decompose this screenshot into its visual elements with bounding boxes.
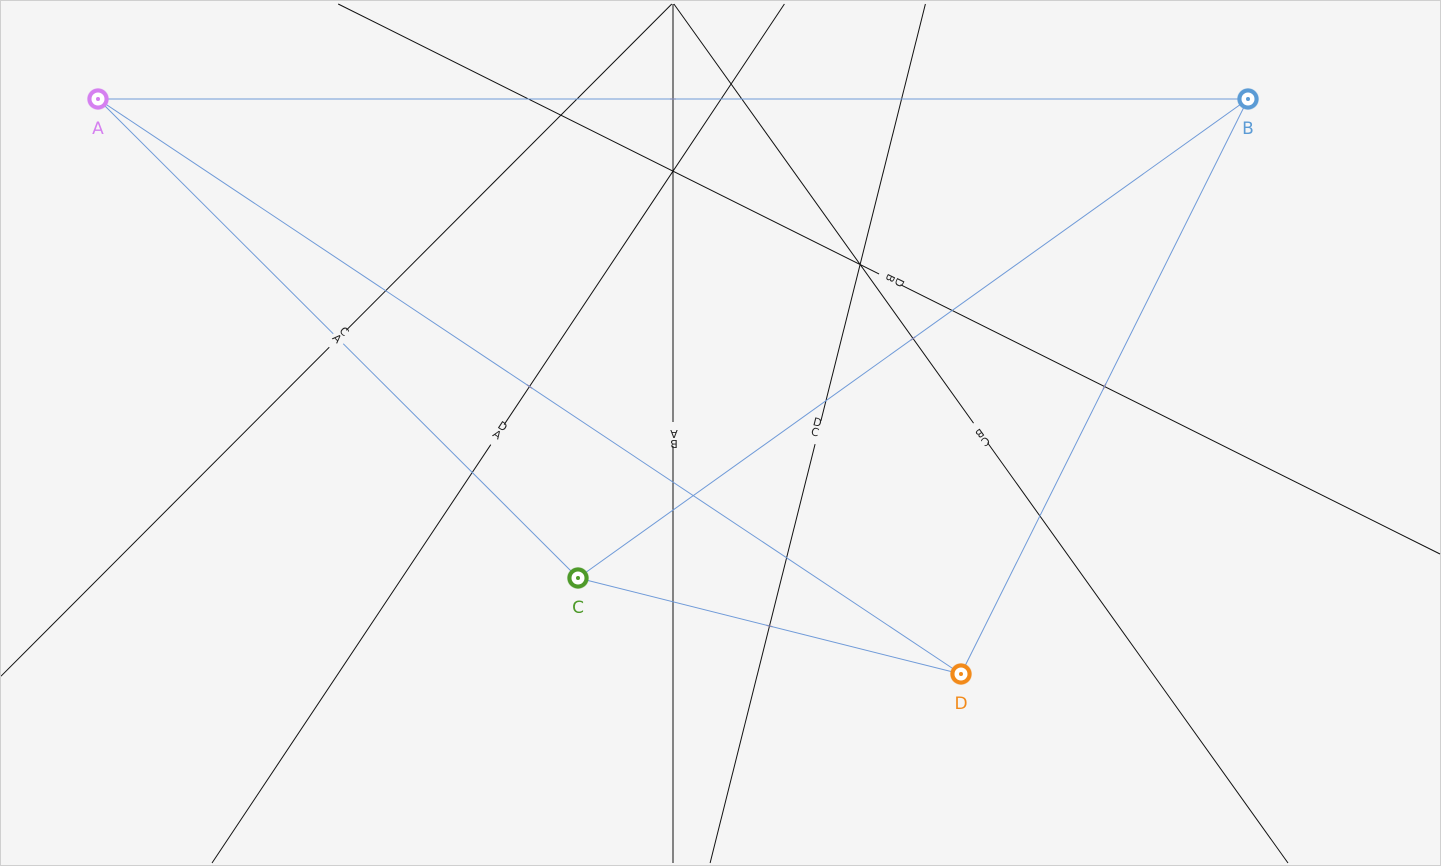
bisector-label-b: B xyxy=(670,437,678,450)
point-center-dot xyxy=(576,576,580,580)
bisector-label-bd: BD xyxy=(876,267,907,291)
point-center-dot xyxy=(959,672,963,676)
point-label-a: A xyxy=(92,119,104,139)
segment-ad xyxy=(97,98,962,675)
bisector-layer xyxy=(1,3,1441,864)
bisector-label-bc: BC xyxy=(966,420,992,449)
bisector-label-ab: AB xyxy=(666,422,680,450)
segment-cd xyxy=(577,577,962,675)
point-center-dot xyxy=(1246,97,1250,101)
segment-bc xyxy=(577,98,1249,579)
point-label-c: C xyxy=(572,598,584,618)
segment-bd xyxy=(960,98,1249,675)
perpendicular-bisector-diagram: ABACAD BCBDCD A BCD xyxy=(1,3,1441,864)
point-a[interactable]: A xyxy=(87,88,109,139)
bisector-label-cd: CD xyxy=(806,415,826,446)
diagram-canvas: ABACADBCBDCD ABCD xyxy=(0,0,1441,866)
point-label-b: B xyxy=(1242,119,1254,139)
bisector-label-ad: AD xyxy=(485,419,511,449)
point-label-d: D xyxy=(954,694,967,714)
point-center-dot xyxy=(96,97,100,101)
point-d[interactable]: D xyxy=(950,663,972,714)
bisector-label-layer: ABACAD BCBDCD xyxy=(324,267,992,450)
point-c[interactable]: C xyxy=(567,567,589,618)
